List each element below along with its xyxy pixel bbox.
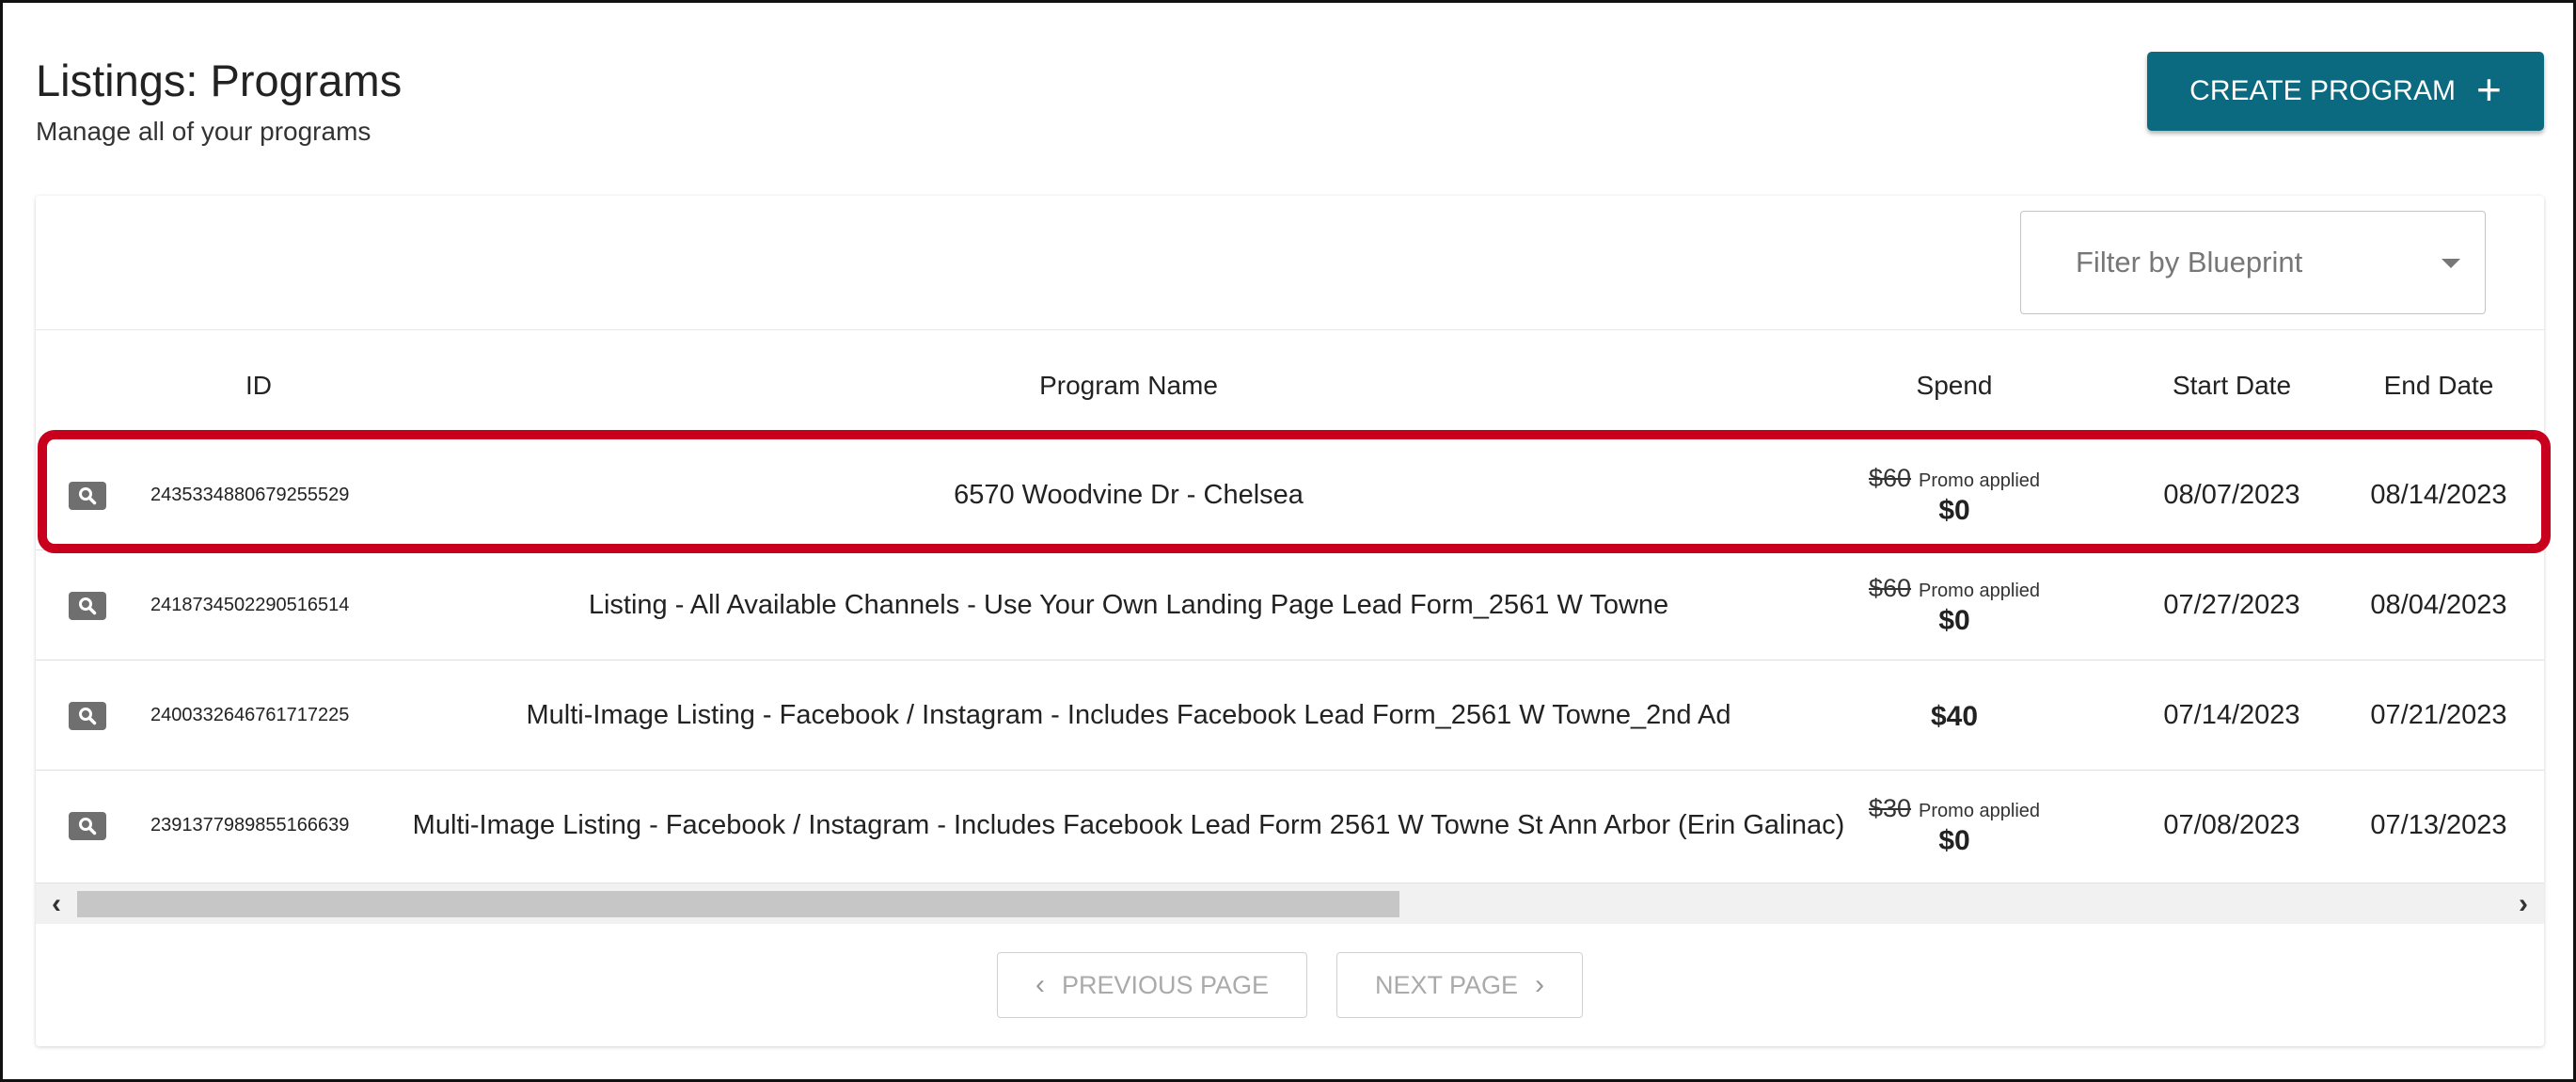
programs-card: Filter by Blueprint ID Program Name Spen… [36,196,2544,1046]
column-header-spend[interactable]: Spend [1823,330,2086,440]
next-page-label: NEXT PAGE [1374,970,1519,999]
original-spend: $60 [1868,464,1912,492]
column-header-start-date[interactable]: Start Date [2105,330,2359,440]
end-date: 07/13/2023 [2370,810,2507,840]
promo-label: Promo applied [1919,470,2041,491]
column-header-id[interactable]: ID [150,330,367,440]
page-title: Listings: Programs [36,56,403,105]
filter-by-blueprint-select[interactable]: Filter by Blueprint [2020,211,2486,314]
start-date: 07/27/2023 [2163,590,2300,620]
chevron-left-icon: ‹ [1035,969,1045,1000]
program-name: 6570 Woodvine Dr - Chelsea [954,480,1304,510]
spend-amount: $0 [1938,495,1970,526]
scrollbar-thumb[interactable] [77,891,1399,917]
spend-cell: $60 Promo applied $0 [1823,550,2086,660]
program-name: Multi-Image Listing - Facebook / Instagr… [526,700,1731,730]
search-icon[interactable] [69,811,106,840]
create-program-label: CREATE PROGRAM [2189,75,2456,106]
programs-table: ID Program Name Spend Start Date End Dat… [36,330,2544,881]
start-date: 08/07/2023 [2163,480,2300,510]
end-date: 08/04/2023 [2370,590,2507,620]
previous-page-button[interactable]: ‹ PREVIOUS PAGE [997,952,1307,1018]
end-date: 08/14/2023 [2370,480,2507,510]
start-date: 07/14/2023 [2163,700,2300,730]
table-header: ID Program Name Spend Start Date End Dat… [36,330,2544,440]
previous-page-label: PREVIOUS PAGE [1061,970,1270,999]
table-row[interactable]: 2391377989855166639 Multi-Image Listing … [36,771,2544,881]
create-program-button[interactable]: CREATE PROGRAM + [2147,52,2544,131]
filter-bar: Filter by Blueprint [36,196,2544,330]
spend-amount: $0 [1938,825,1970,856]
end-date: 07/21/2023 [2370,700,2507,730]
spend-amount: $0 [1938,605,1970,636]
scroll-left-icon[interactable]: ‹ [36,883,77,925]
spend-cell: $60 Promo applied $0 [1823,440,2086,550]
table-row[interactable]: 2418734502290516514 Listing - All Availa… [36,550,2544,660]
spend-amount: $40 [1930,700,1979,732]
table-row[interactable]: 2435334880679255529 6570 Woodvine Dr - C… [36,440,2544,550]
original-spend: $30 [1868,794,1912,822]
search-icon[interactable] [69,591,106,620]
program-name: Listing - All Available Channels - Use Y… [588,590,1669,620]
original-spend: $60 [1868,574,1912,602]
program-id: 2418734502290516514 [150,595,350,615]
scroll-right-icon[interactable]: › [2503,883,2544,925]
program-id: 2391377989855166639 [150,815,350,835]
next-page-button[interactable]: NEXT PAGE › [1336,952,1583,1018]
spend-cell: $30 Promo applied $0 [1823,771,2086,881]
start-date: 07/08/2023 [2163,810,2300,840]
program-id: 2435334880679255529 [150,485,350,505]
table-row[interactable]: 2400332646761717225 Multi-Image Listing … [36,660,2544,771]
filter-placeholder: Filter by Blueprint [2076,246,2303,278]
search-icon[interactable] [69,701,106,730]
column-header-end-date[interactable]: End Date [2331,330,2547,440]
program-id: 2400332646761717225 [150,705,350,725]
page-subtitle: Manage all of your programs [36,117,371,146]
promo-label: Promo applied [1919,801,2041,821]
program-name: Multi-Image Listing - Facebook / Instagr… [412,810,1845,840]
caret-down-icon [2442,259,2460,268]
horizontal-scrollbar[interactable]: ‹ › [36,883,2544,924]
spend-cell: $40 [1823,660,2086,771]
column-header-program-name[interactable]: Program Name [376,330,1881,440]
plus-icon: + [2475,65,2502,114]
promo-label: Promo applied [1919,581,2041,601]
chevron-right-icon: › [1535,969,1545,1000]
search-icon[interactable] [69,481,106,510]
